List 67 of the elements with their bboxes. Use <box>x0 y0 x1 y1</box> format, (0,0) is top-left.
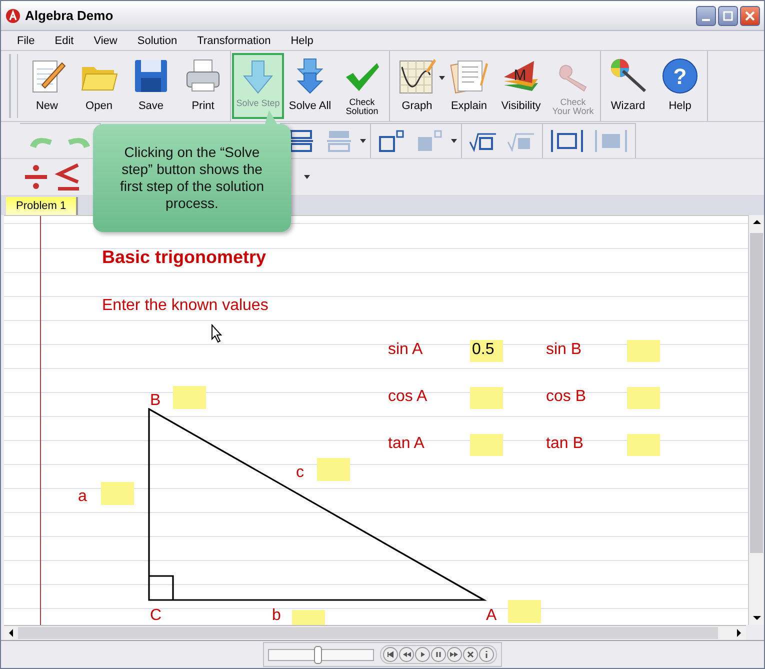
problem-tab[interactable]: Problem 1 <box>6 197 78 215</box>
pause-icon[interactable] <box>431 647 446 662</box>
stop-icon[interactable] <box>463 647 478 662</box>
menu-item[interactable]: File <box>7 34 45 46</box>
toolbar-button[interactable]: Print <box>177 53 229 119</box>
menu-item[interactable]: Transformation <box>187 34 281 46</box>
window-title: Algebra Demo <box>25 8 114 23</box>
graph-pencil-icon <box>398 57 436 95</box>
toolbar-grip[interactable] <box>9 54 18 118</box>
icon-glyph: ? <box>673 64 687 89</box>
dropdown-caret-icon[interactable] <box>360 138 366 142</box>
toolbar-button[interactable]: Solve All <box>284 53 336 119</box>
triangle-label: A <box>486 607 497 625</box>
dropdown-caret-icon[interactable] <box>451 138 457 142</box>
vertical-scrollbar[interactable] <box>748 215 764 625</box>
skip-start-icon[interactable] <box>383 647 398 662</box>
maximize-icon <box>723 10 733 20</box>
instruction-text: Enter the known values <box>102 297 268 315</box>
toolbar-button[interactable]: Save <box>125 53 177 119</box>
toolbar-button[interactable]: New <box>21 53 73 119</box>
trig-label: sin A <box>388 341 423 359</box>
trig-label: tan B <box>546 435 584 453</box>
fast-forward-icon[interactable] <box>447 647 462 662</box>
scroll-thumb[interactable] <box>750 233 763 553</box>
division-icon[interactable] <box>22 162 50 192</box>
menu-item[interactable]: Edit <box>44 34 84 46</box>
triangle-label: a <box>78 488 87 506</box>
toolbar-button[interactable]: ? Help <box>654 53 706 119</box>
menu-item[interactable]: Help <box>280 34 324 46</box>
triangle-label: b <box>272 607 281 625</box>
toolbar-button[interactable]: Open <box>73 53 125 119</box>
close-button[interactable] <box>740 6 760 26</box>
trig-label: cos B <box>546 388 586 406</box>
info-icon[interactable] <box>479 647 494 662</box>
absolute-value-icon[interactable] <box>549 128 585 154</box>
toolbar-button[interactable]: Check Solution <box>336 53 388 119</box>
answer-box[interactable]: 0.5 <box>470 340 503 362</box>
rewind-icon[interactable] <box>399 647 414 662</box>
toolbar-button[interactable]: M Visibility <box>495 53 547 119</box>
toolbar-button[interactable]: Graph <box>391 53 443 119</box>
app-icon <box>5 8 21 24</box>
toolbar-button[interactable]: Wizard <box>602 53 654 119</box>
triangle-label: B <box>150 392 161 410</box>
color-wheel-wand-icon <box>609 57 647 95</box>
triangle-label: C <box>150 607 162 625</box>
callout-text: Clicking on the “Solve step” button shows the first step of the solution process. <box>119 144 265 212</box>
horizontal-scrollbar[interactable] <box>4 625 746 640</box>
play-icon[interactable] <box>415 647 430 662</box>
trig-label: sin B <box>546 341 582 359</box>
icon-letter: M <box>514 67 526 84</box>
close-icon <box>745 10 755 20</box>
trig-label: tan A <box>388 435 424 453</box>
menu-item[interactable]: Solution <box>127 34 188 46</box>
triangle-label: c <box>296 464 304 482</box>
slider-thumb[interactable] <box>314 646 322 664</box>
maximize-button[interactable] <box>718 6 738 26</box>
scroll-thumb[interactable] <box>18 627 718 639</box>
trig-label: cos A <box>388 388 428 406</box>
minimize-icon <box>702 18 710 20</box>
toolbar-button[interactable]: Explain <box>443 53 495 119</box>
square-exponent-icon[interactable] <box>377 128 407 154</box>
mouse-cursor-icon <box>211 324 223 343</box>
dropdown-caret-icon[interactable] <box>304 175 310 179</box>
worksheet-title: Basic trigonometry <box>102 247 266 268</box>
minimize-button[interactable] <box>696 6 716 26</box>
less-equal-icon[interactable] <box>54 162 82 192</box>
menu-item[interactable]: View <box>84 34 128 46</box>
